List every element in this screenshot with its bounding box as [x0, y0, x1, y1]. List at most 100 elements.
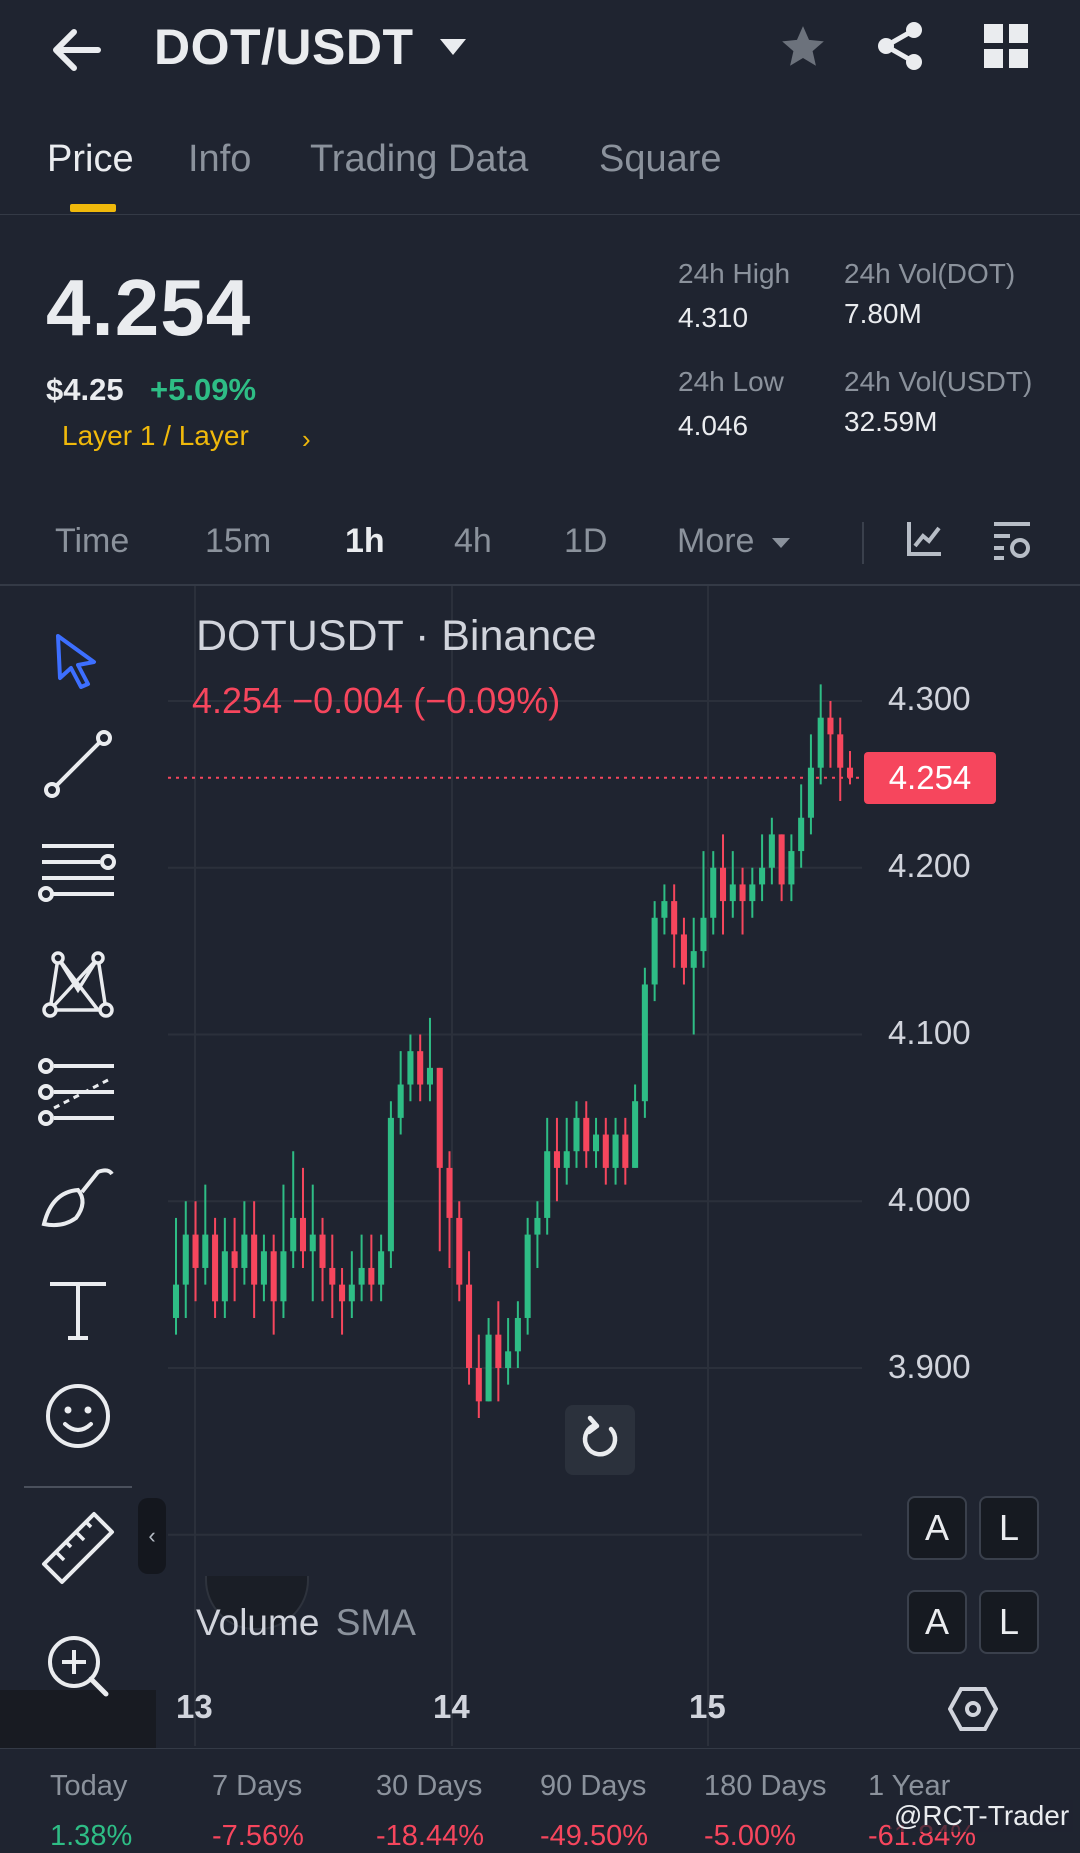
candle-body: [680, 934, 687, 968]
candle-body: [817, 717, 824, 768]
candle-body: [358, 1267, 365, 1285]
candle-body: [807, 767, 814, 818]
tab-trading-data[interactable]: Trading Data: [310, 138, 528, 181]
share-icon[interactable]: [874, 20, 926, 77]
candle-body: [182, 1234, 189, 1285]
trend-line-icon: [44, 730, 112, 798]
usd-price: $4.25: [46, 372, 124, 407]
interval-1h[interactable]: 1h: [345, 522, 385, 561]
perf-value-30d: -18.44%: [376, 1820, 485, 1852]
cursor-tool[interactable]: [38, 620, 118, 700]
candle-body: [299, 1217, 307, 1252]
perf-label-today: Today: [50, 1770, 128, 1802]
cursor-arrow-icon: [56, 634, 96, 689]
interval-4h[interactable]: 4h: [454, 522, 492, 561]
chevron-left-icon: ‹: [148, 1523, 156, 1548]
candle-body: [241, 1234, 248, 1268]
auto-scale-button-volume[interactable]: A: [907, 1590, 967, 1654]
candle-body: [661, 901, 668, 918]
stat-24h-vol-usdt-value: 32.59M: [844, 406, 938, 437]
candle-body: [632, 1101, 639, 1168]
log-scale-button-volume[interactable]: L: [979, 1590, 1039, 1654]
x-axis-label: 14: [433, 1688, 470, 1725]
y-axis-label: 4.000: [888, 1181, 971, 1218]
chart-settings-icon[interactable]: [990, 518, 1034, 567]
zoom-in-tool[interactable]: [38, 1626, 118, 1706]
category-tag-link[interactable]: Layer 1 / Layer: [62, 420, 249, 452]
text-t-icon: [50, 1282, 106, 1340]
candle-body: [573, 1117, 580, 1152]
candle-body: [280, 1251, 287, 1302]
horizontal-lines-tool[interactable]: [38, 834, 118, 914]
interval-more-label: More: [677, 522, 755, 560]
candle-body: [759, 867, 766, 885]
chart-ohlc-readout: 4.254 −0.004 (−0.09%): [192, 680, 561, 721]
trend-line-tool[interactable]: [38, 724, 118, 804]
fib-retracement-icon: [38, 1058, 114, 1126]
interval-more[interactable]: More: [677, 522, 792, 561]
tab-info[interactable]: Info: [188, 138, 251, 181]
auto-scale-button-price[interactable]: A: [907, 1496, 967, 1560]
perf-label-7d: 7 Days: [212, 1770, 303, 1802]
reset-chart-button[interactable]: [565, 1405, 635, 1475]
indicator-chart-icon[interactable]: [905, 518, 945, 563]
volume-sma-label: SMA: [335, 1602, 416, 1643]
perf-label-1y: 1 Year: [868, 1770, 951, 1802]
tab-square[interactable]: Square: [599, 138, 722, 181]
candle-body: [309, 1234, 316, 1252]
pair-dropdown-icon[interactable]: [438, 36, 468, 63]
stat-24h-low-label: 24h Low: [678, 366, 784, 397]
toolbar-divider: [24, 1486, 132, 1488]
candle-body: [495, 1334, 502, 1368]
candle-body: [778, 834, 785, 885]
favorite-star-icon[interactable]: [778, 22, 828, 77]
text-tool[interactable]: [38, 1270, 118, 1350]
interval-15m[interactable]: 15m: [205, 522, 271, 561]
tab-price[interactable]: Price: [47, 138, 134, 181]
pair-title[interactable]: DOT/USDT: [154, 18, 414, 76]
candle-body: [602, 1134, 609, 1168]
candle-body: [407, 1051, 414, 1085]
log-scale-button-price[interactable]: L: [979, 1496, 1039, 1560]
back-button[interactable]: [48, 22, 104, 78]
x-axis-label: 15: [689, 1688, 726, 1725]
candle-body: [563, 1151, 570, 1168]
smiley-icon: [46, 1384, 110, 1448]
zoom-in-icon: [48, 1636, 109, 1697]
y-axis-label: 4.200: [888, 847, 971, 884]
emoji-tool[interactable]: [38, 1376, 118, 1456]
active-tab-indicator: [70, 204, 116, 212]
candle-body: [466, 1284, 473, 1368]
caret-down-icon: [771, 538, 790, 549]
candle-body: [192, 1234, 199, 1268]
stat-24h-vol-dot-value: 7.80M: [844, 298, 922, 329]
y-axis-label: 4.300: [888, 680, 971, 717]
candle-body: [319, 1234, 326, 1268]
candle-body: [202, 1234, 209, 1268]
candle-body: [768, 834, 775, 868]
grid-menu-icon[interactable]: [984, 24, 1028, 73]
candle-body: [514, 1317, 521, 1352]
ruler-icon: [42, 1512, 114, 1584]
fib-retracement-tool[interactable]: [38, 1052, 118, 1132]
ruler-tool[interactable]: [38, 1508, 118, 1588]
interval-time[interactable]: Time: [55, 522, 129, 561]
collapse-toolbar-button[interactable]: ‹: [138, 1498, 166, 1574]
perf-value-today: 1.38%: [50, 1820, 133, 1852]
chevron-right-icon[interactable]: ›: [302, 424, 311, 455]
volume-indicator-label[interactable]: Volume SMA: [196, 1602, 416, 1644]
candle-body: [710, 867, 717, 918]
candle-body: [231, 1251, 238, 1268]
perf-label-90d: 90 Days: [540, 1770, 647, 1802]
candle-body: [700, 917, 707, 952]
brush-tool[interactable]: [38, 1162, 118, 1242]
candle-body: [348, 1284, 355, 1302]
interval-1d[interactable]: 1D: [564, 522, 607, 561]
volume-label: Volume: [196, 1602, 320, 1643]
candle-body: [612, 1134, 619, 1168]
chart-layout-hexagon-icon[interactable]: [947, 1686, 999, 1737]
pattern-tool[interactable]: [38, 944, 118, 1024]
candle-body: [339, 1284, 346, 1302]
stat-24h-vol-dot-label: 24h Vol(DOT): [844, 258, 1016, 289]
candle-body: [378, 1251, 385, 1285]
